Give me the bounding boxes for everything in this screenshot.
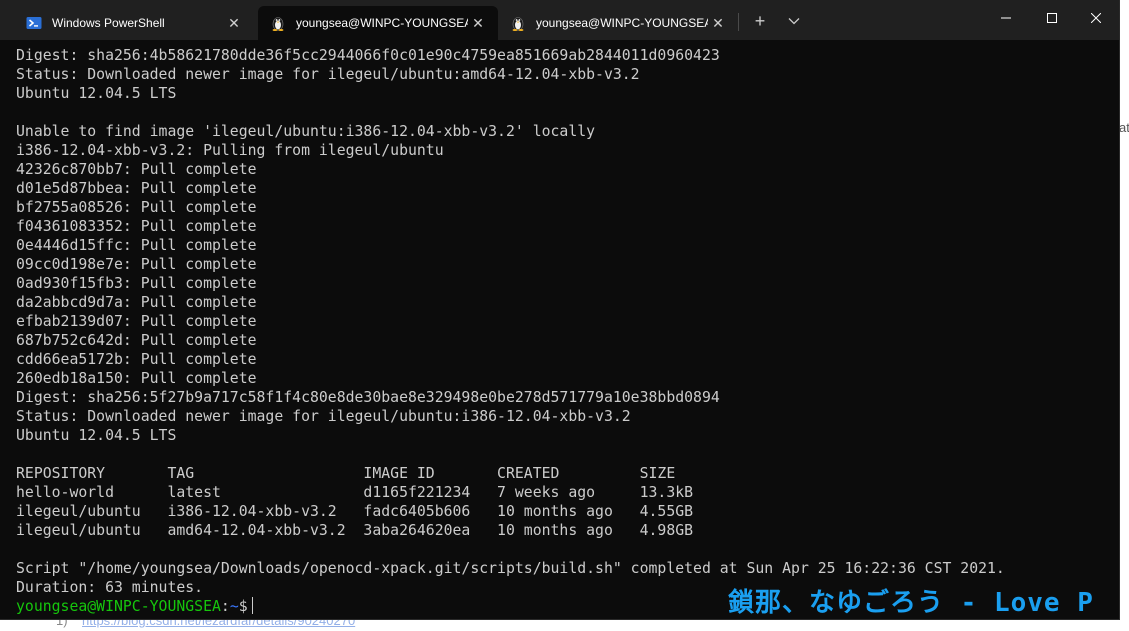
tab-close-icon[interactable]: ✕	[708, 13, 728, 33]
text-cursor	[251, 597, 253, 614]
terminal-line: Unable to find image 'ilegeul/ubuntu:i38…	[16, 123, 596, 140]
background-page-edge	[1119, 0, 1129, 631]
linux-penguin-icon	[270, 15, 286, 31]
terminal-line: 09cc0d198e7e: Pull complete	[16, 256, 257, 273]
prompt-separator: :	[220, 598, 230, 615]
linux-penguin-icon	[510, 15, 526, 31]
terminal-line: REPOSITORY TAG IMAGE ID CREATED SIZE	[16, 465, 676, 482]
terminal-output-area[interactable]: Digest: sha256:4b58621780dde36f5cc294406…	[0, 40, 1119, 619]
terminal-line: 0e4446d15ffc: Pull complete	[16, 237, 257, 254]
terminal-line: i386-12.04-xbb-v3.2: Pulling from ilegeu…	[16, 142, 444, 159]
terminal-line: 42326c870bb7: Pull complete	[16, 161, 257, 178]
powershell-icon	[26, 15, 42, 31]
terminal-line: f04361083352: Pull complete	[16, 218, 257, 235]
terminal-line: Status: Downloaded newer image for ilege…	[16, 408, 631, 425]
minimize-icon	[1001, 10, 1011, 28]
tab-windows-powershell[interactable]: Windows PowerShell ✕	[14, 6, 254, 40]
minimize-button[interactable]	[983, 0, 1029, 38]
terminal-line: 0ad930f15fb3: Pull complete	[16, 275, 257, 292]
terminal-line: 687b752c642d: Pull complete	[16, 332, 257, 349]
tab-separator	[738, 13, 739, 31]
terminal-line: bf2755a08526: Pull complete	[16, 199, 257, 216]
terminal-line: Ubuntu 12.04.5 LTS	[16, 427, 177, 444]
close-button[interactable]	[1073, 0, 1119, 38]
terminal-line: cdd66ea5172b: Pull complete	[16, 351, 257, 368]
maximize-icon	[1047, 10, 1057, 28]
prompt-symbol: $	[238, 598, 248, 615]
tab-label: youngsea@WINPC-YOUNGSEA:	[296, 16, 468, 30]
terminal-line: ilegeul/ubuntu i386-12.04-xbb-v3.2 fadc6…	[16, 503, 694, 520]
terminal-line: 260edb18a150: Pull complete	[16, 370, 257, 387]
terminal-lines: Digest: sha256:4b58621780dde36f5cc294406…	[16, 46, 1005, 597]
prompt-path: ~	[229, 598, 239, 615]
chevron-down-icon	[788, 12, 800, 30]
terminal-line: Digest: sha256:5f27b9a717c58f1f4c80e8de3…	[16, 389, 720, 406]
tab-label: Windows PowerShell	[52, 16, 165, 30]
terminal-line: Status: Downloaded newer image for ilege…	[16, 66, 640, 83]
maximize-button[interactable]	[1029, 0, 1075, 38]
title-bar[interactable]: Windows PowerShell ✕ youngsea@WINPC-YOUN…	[0, 0, 1119, 40]
terminal-line: d01e5d87bbea: Pull complete	[16, 180, 257, 197]
tab-youngsea-active[interactable]: youngsea@WINPC-YOUNGSEA: ✕	[258, 6, 498, 40]
tab-label: youngsea@WINPC-YOUNGSEA:	[536, 16, 708, 30]
terminal-line: efbab2139d07: Pull complete	[16, 313, 257, 330]
watermark-overlay-text: 鎖那、なゆごろう - Love P	[728, 588, 1094, 618]
close-icon	[1090, 10, 1102, 28]
tab-close-icon[interactable]: ✕	[468, 13, 488, 33]
terminal-line: ilegeul/ubuntu amd64-12.04-xbb-v3.2 3aba…	[16, 522, 694, 539]
shell-prompt-line[interactable]: youngsea@WINPC-YOUNGSEA:~$	[16, 597, 253, 616]
terminal-line: Script "/home/youngsea/Downloads/openocd…	[16, 560, 1005, 577]
terminal-line: Digest: sha256:4b58621780dde36f5cc294406…	[16, 47, 720, 64]
windows-terminal-window: Windows PowerShell ✕ youngsea@WINPC-YOUN…	[0, 0, 1119, 619]
tab-dropdown-button[interactable]	[781, 10, 807, 32]
prompt-user-host: youngsea@WINPC-YOUNGSEA	[16, 598, 221, 615]
terminal-line: Ubuntu 12.04.5 LTS	[16, 85, 177, 102]
background-text-fragment: at	[1119, 120, 1129, 135]
tab-youngsea[interactable]: youngsea@WINPC-YOUNGSEA: ✕	[498, 6, 738, 40]
tab-close-icon[interactable]: ✕	[224, 13, 244, 33]
new-tab-button[interactable]: +	[747, 10, 773, 32]
terminal-line: da2abbcd9d7a: Pull complete	[16, 294, 257, 311]
terminal-line: hello-world latest d1165f221234 7 weeks …	[16, 484, 694, 501]
